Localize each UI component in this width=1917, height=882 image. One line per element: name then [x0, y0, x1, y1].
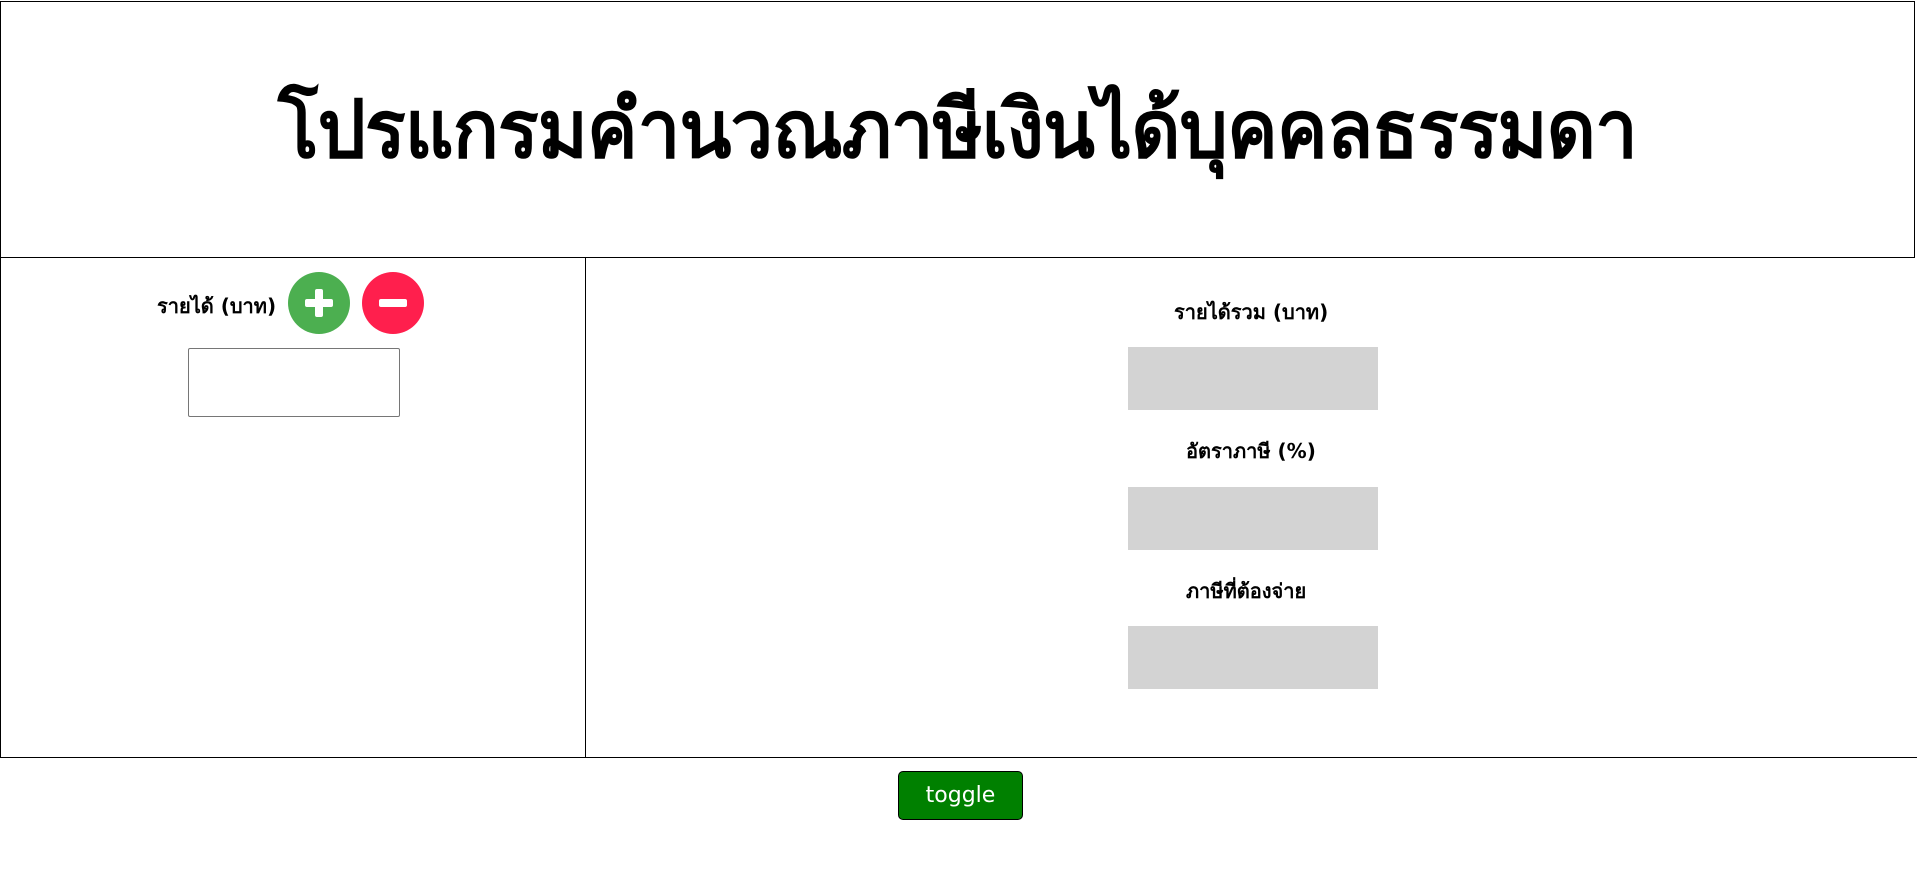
remove-income-button[interactable]: [362, 272, 425, 334]
tax-due-output: [1128, 626, 1378, 689]
income-label: รายได้ (บาท): [157, 294, 277, 318]
minus-icon: [379, 299, 408, 307]
page: โปรแกรมคำนวณภาษีเงินได้บุคคลธรรมดา รายได…: [0, 0, 1917, 882]
income-row: รายได้ (บาท): [157, 272, 436, 334]
add-income-button[interactable]: [288, 272, 351, 334]
toggle-button[interactable]: toggle: [898, 771, 1023, 820]
results-panel: รายได้รวม (บาท) อัตราภาษี (%) ภาษีที่ต้อ…: [585, 258, 1917, 758]
total-income-label: รายได้รวม (บาท): [1174, 300, 1329, 324]
tax-due-label: ภาษีที่ต้องจ่าย: [1186, 579, 1307, 603]
plus-icon: [305, 289, 334, 317]
income-panel: รายได้ (บาท): [0, 258, 586, 758]
tax-rate-label: อัตราภาษี (%): [1186, 439, 1316, 463]
total-income-output: [1128, 347, 1378, 410]
header-panel: โปรแกรมคำนวณภาษีเงินได้บุคคลธรรมดา: [0, 1, 1915, 258]
income-input[interactable]: [188, 348, 400, 417]
page-title: โปรแกรมคำนวณภาษีเงินได้บุคคลธรรมดา: [277, 82, 1638, 176]
tax-rate-output: [1128, 487, 1378, 550]
